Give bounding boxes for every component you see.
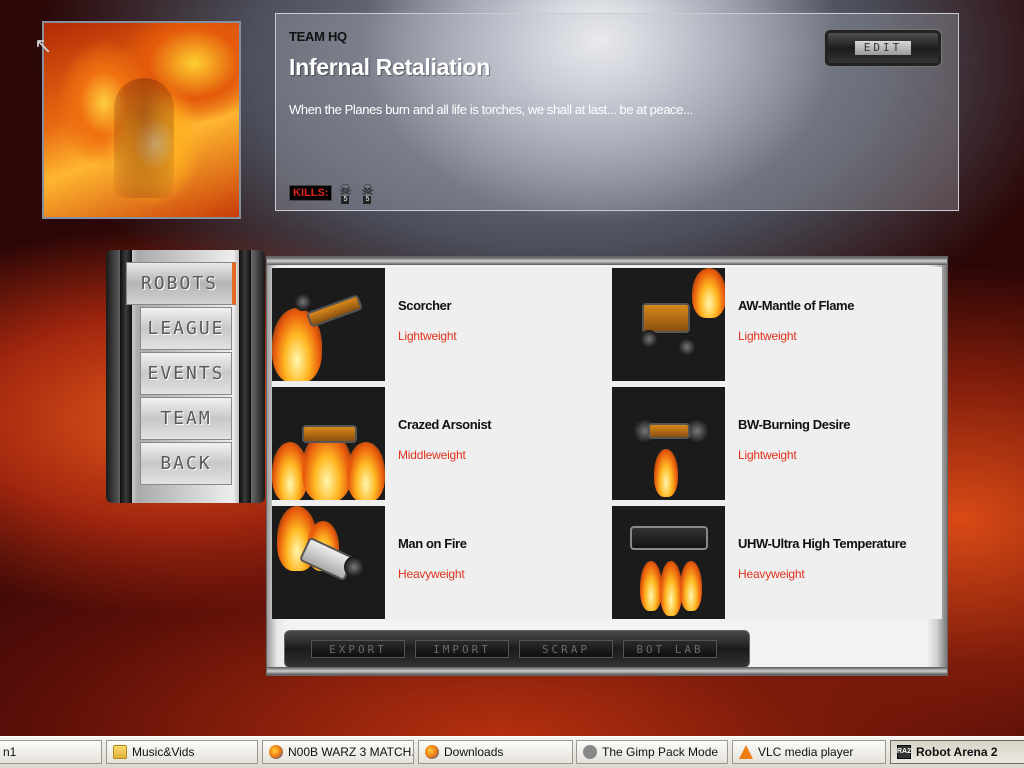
team-info-panel: TEAM HQ Infernal Retaliation When the Pl… [275,13,959,211]
robot-thumbnail [612,506,725,619]
robot-roster-panel: Scorcher Lightweight AW-Mantle of Flame … [266,256,948,676]
edit-button[interactable]: EDIT [824,29,942,67]
main-menu: ROBOTS LEAGUE EVENTS TEAM BACK [106,250,265,503]
gimp-icon [583,745,597,759]
taskbar-item-label: Robot Arena 2 [916,745,998,759]
taskbar-item-label: N00B WARZ 3 MATCH... [288,745,414,759]
taskbar-item-downloads[interactable]: Downloads [418,740,573,764]
menu-rail-right [239,250,251,503]
robot-weight-class: Middleweight [398,448,466,462]
skull-icon: ☠ 5 [360,182,375,204]
robot-thumbnail [272,268,385,381]
menu-robots-button[interactable]: ROBOTS [126,262,236,305]
taskbar-item-vlc[interactable]: VLC media player [732,740,886,764]
robot-card[interactable]: Scorcher Lightweight [272,268,602,381]
team-logo [42,21,241,219]
firefox-icon [269,745,283,759]
taskbar-item-label: The Gimp Pack Mode [602,745,719,759]
firefox-icon [425,745,439,759]
robot-card[interactable]: Crazed Arsonist Middleweight [272,387,602,500]
section-label: TEAM HQ [289,29,347,44]
vlc-icon [739,745,753,759]
robot-name: AW-Mantle of Flame [738,298,855,313]
robot-weight-class: Lightweight [398,329,457,343]
scrap-button[interactable]: SCRAP [519,640,613,658]
robot-weight-class: Heavyweight [398,567,465,581]
robot-thumbnail [612,268,725,381]
export-button[interactable]: EXPORT [311,640,405,658]
team-motto: When the Planes burn and all life is tor… [289,102,693,117]
skull-icon: ☠ 5 [338,182,353,204]
taskbar-item-label: n1 [3,745,17,759]
import-button[interactable]: IMPORT [415,640,509,658]
robot-weight-class: Heavyweight [738,567,805,581]
menu-back-button[interactable]: BACK [140,442,232,485]
taskbar-item-label: VLC media player [758,745,854,759]
taskbar-item-label: Downloads [444,745,504,759]
roster-frame-top [267,257,947,265]
taskbar: n1 Music&Vids N00B WARZ 3 MATCH... Downl… [0,736,1024,768]
folder-icon [113,745,127,759]
team-name: Infernal Retaliation [289,54,491,80]
robot-weight-class: Lightweight [738,448,797,462]
menu-league-button[interactable]: LEAGUE [140,307,232,350]
taskbar-item[interactable]: n1 [0,740,102,764]
kills-label: KILLS: [289,185,333,201]
taskbar-item-robot-arena[interactable]: RA2 Robot Arena 2 [890,740,1024,764]
taskbar-item-gimp[interactable]: The Gimp Pack Mode [576,740,728,764]
kills-row: KILLS: ☠ 5 ☠ 5 [289,182,376,204]
robot-card[interactable]: BW-Burning Desire Lightweight [612,387,942,500]
menu-events-button[interactable]: EVENTS [140,352,232,395]
robot-name: Man on Fire [398,536,467,551]
robot-list: Scorcher Lightweight AW-Mantle of Flame … [272,267,942,619]
robot-actions-bar: EXPORT IMPORT SCRAP BOT LAB [284,630,750,668]
robot-name: UHW-Ultra High Temperature [738,536,907,551]
robot-card[interactable]: Man on Fire Heavyweight [272,506,602,619]
robot-thumbnail [612,387,725,500]
taskbar-item-label: Music&Vids [132,745,195,759]
taskbar-item-noob-warz[interactable]: N00B WARZ 3 MATCH... [262,740,414,764]
roster-frame-bottom [267,667,947,675]
kill-count-badge: 5 [363,196,372,204]
bot-lab-button[interactable]: BOT LAB [623,640,717,658]
robot-card[interactable]: AW-Mantle of Flame Lightweight [612,268,942,381]
robot-thumbnail [272,387,385,500]
robot-name: BW-Burning Desire [738,417,851,432]
robot-card[interactable]: UHW-Ultra High Temperature Heavyweight [612,506,942,619]
robot-name: Crazed Arsonist [398,417,492,432]
edit-button-label: EDIT [855,41,911,55]
robot-arena-icon: RA2 [897,745,911,759]
menu-team-button[interactable]: TEAM [140,397,232,440]
robot-weight-class: Lightweight [738,329,797,343]
taskbar-item-music-vids[interactable]: Music&Vids [106,740,258,764]
mouse-cursor-icon: ↖ [34,33,53,58]
robot-name: Scorcher [398,298,452,313]
robot-thumbnail [272,506,385,619]
kill-count-badge: 5 [341,196,350,204]
burning-figure-image [114,78,174,198]
